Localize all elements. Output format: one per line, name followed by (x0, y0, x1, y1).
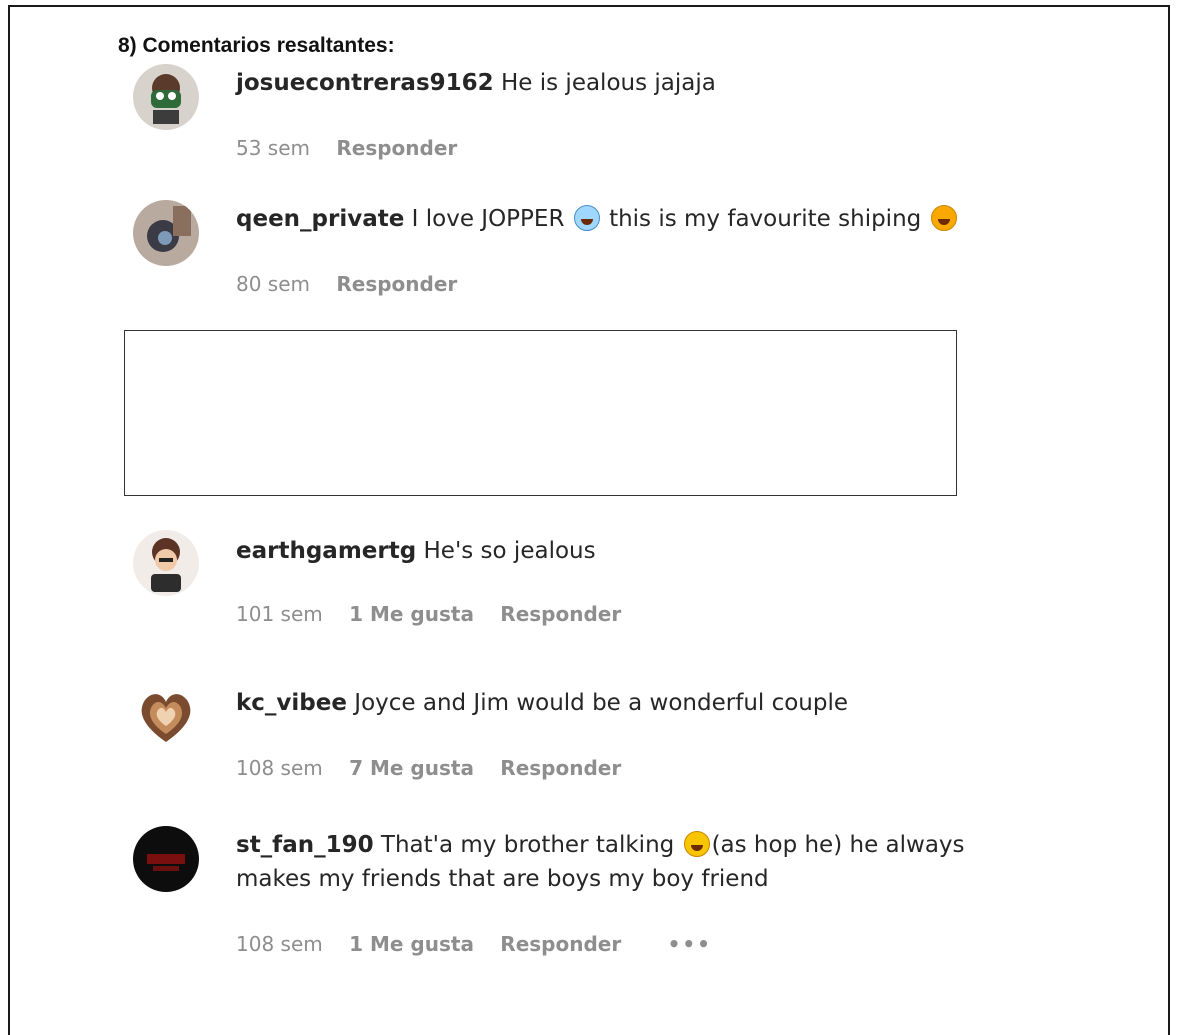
section-heading: 8) Comentarios resaltantes: (118, 34, 395, 57)
comment-meta: 108 sem 1 Me gusta Responder ••• (236, 932, 732, 956)
comment-text: earthgamertg He's so jealous (236, 534, 1016, 568)
comment-text: josuecontreras9162 He is jealous jajaja (236, 66, 1016, 100)
likes-count[interactable]: 7 Me gusta (349, 756, 474, 780)
comment-body-continued: this is my favourite shiping (609, 206, 922, 232)
reply-button[interactable]: Responder (500, 602, 621, 626)
comment-username[interactable]: earthgamertg (236, 538, 416, 564)
blank-placeholder-box (124, 330, 957, 496)
comment-body: That'a my brother talking (380, 832, 675, 858)
avatar[interactable] (133, 684, 199, 750)
comment-time[interactable]: 80 sem (236, 272, 310, 296)
comment-meta: 101 sem 1 Me gusta Responder (236, 602, 641, 626)
comment-username[interactable]: josuecontreras9162 (236, 70, 494, 96)
comment-body: He is jealous jajaja (500, 70, 716, 96)
comment-time[interactable]: 108 sem (236, 932, 323, 956)
comment-time[interactable]: 101 sem (236, 602, 323, 626)
comment-meta: 80 sem Responder (236, 272, 477, 296)
avatar[interactable] (133, 530, 199, 596)
likes-count[interactable]: 1 Me gusta (349, 602, 474, 626)
reply-button[interactable]: Responder (500, 932, 621, 956)
likes-count[interactable]: 1 Me gusta (349, 932, 474, 956)
comment-body: He's so jealous (423, 538, 596, 564)
avatar[interactable] (133, 826, 199, 892)
reply-button[interactable]: Responder (336, 136, 457, 160)
comment-username[interactable]: qeen_private (236, 206, 404, 232)
comment-text: qeen_private I love JOPPER this is my fa… (236, 202, 1016, 236)
more-options-icon[interactable]: ••• (668, 932, 712, 956)
heart-eyes-emoji-icon (930, 205, 957, 231)
comment-meta: 53 sem Responder (236, 136, 477, 160)
comment-body: Joyce and Jim would be a wonderful coupl… (354, 690, 849, 716)
comment-meta: 108 sem 7 Me gusta Responder (236, 756, 641, 780)
comment-time[interactable]: 53 sem (236, 136, 310, 160)
laughing-emoji-icon (683, 831, 710, 857)
comment-username[interactable]: kc_vibee (236, 690, 347, 716)
avatar[interactable] (133, 64, 199, 130)
comment-text: st_fan_190 That'a my brother talking (as… (236, 828, 1016, 896)
comment-body: I love JOPPER (411, 206, 565, 232)
reply-button[interactable]: Responder (336, 272, 457, 296)
reply-button[interactable]: Responder (500, 756, 621, 780)
crying-emoji-icon (573, 205, 600, 231)
avatar[interactable] (133, 200, 199, 266)
comment-time[interactable]: 108 sem (236, 756, 323, 780)
comment-text: kc_vibee Joyce and Jim would be a wonder… (236, 686, 1016, 720)
comment-username[interactable]: st_fan_190 (236, 832, 374, 858)
